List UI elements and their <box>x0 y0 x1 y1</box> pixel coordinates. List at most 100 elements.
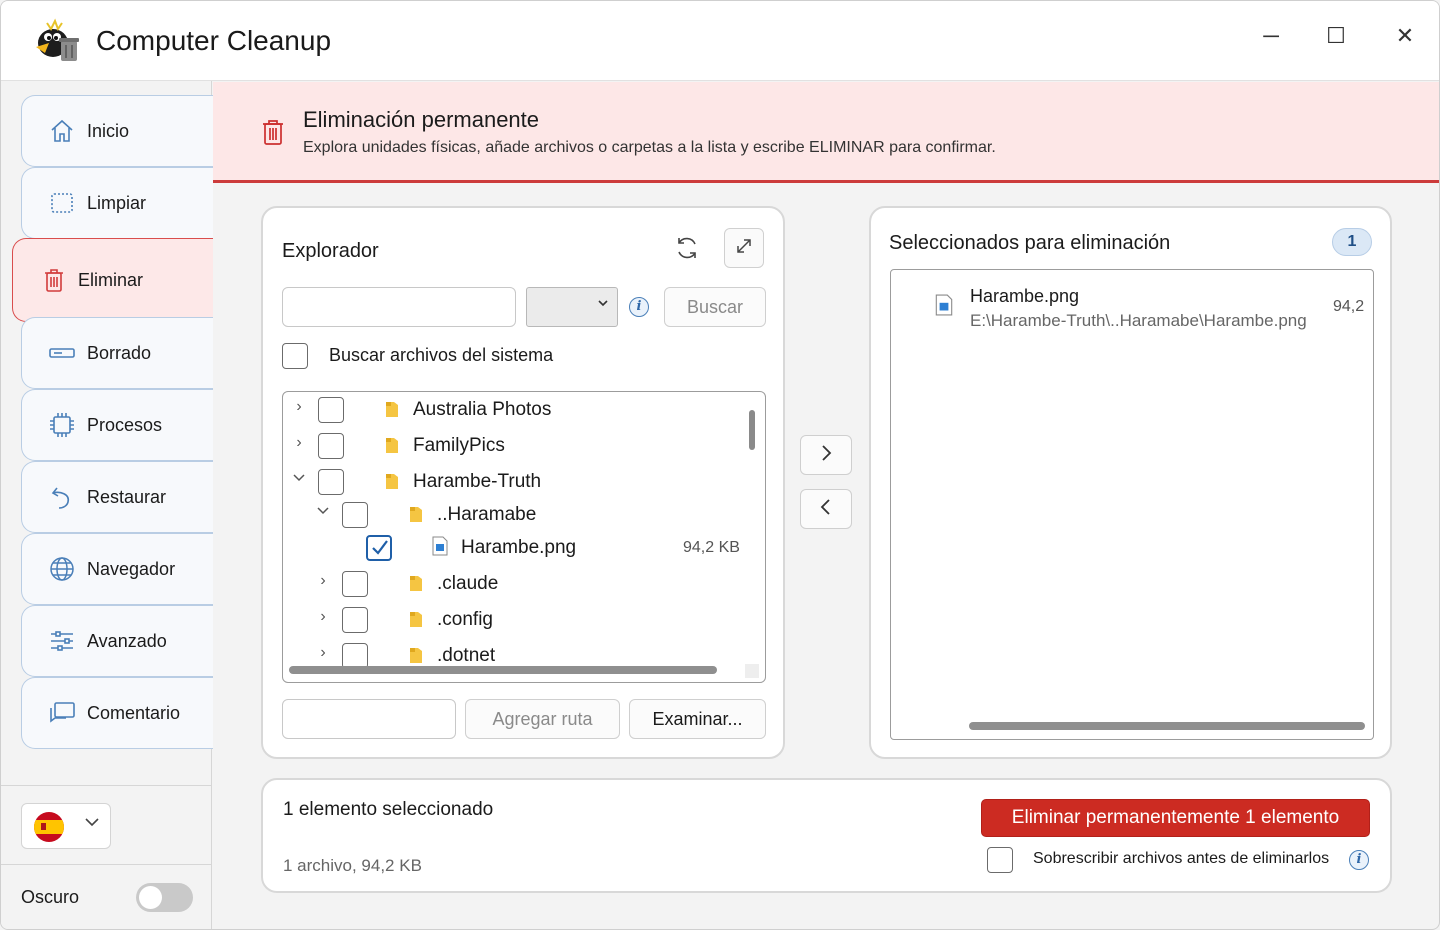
selected-item-size: 94,2 <box>1333 298 1365 315</box>
minimize-button[interactable]: ─ <box>1251 21 1291 51</box>
trash-icon <box>261 118 285 146</box>
sidebar-item-label: Borrado <box>87 342 152 363</box>
chevron-left-icon <box>818 496 834 522</box>
trash-icon <box>40 266 68 294</box>
app-title: Computer Cleanup <box>96 25 332 56</box>
spain-flag-icon <box>34 812 64 842</box>
language-select[interactable] <box>21 803 111 849</box>
folder-icon <box>409 610 423 628</box>
selected-panel: Seleccionados para eliminación 1 Harambe… <box>869 206 1392 759</box>
tree-row[interactable]: › .claude <box>283 566 743 602</box>
delete-permanently-button[interactable]: Eliminar permanentemente 1 elemento <box>981 799 1370 837</box>
tree-row[interactable]: › Australia Photos <box>283 392 743 428</box>
search-button[interactable]: Buscar <box>664 287 766 327</box>
tree-checkbox[interactable] <box>342 571 368 597</box>
tree-row[interactable]: › .config <box>283 602 743 638</box>
selected-horizontal-scrollbar[interactable] <box>969 722 1365 730</box>
app-window: Computer Cleanup ─ ☐ ✕ Inicio Limpiar El… <box>0 0 1440 930</box>
info-icon[interactable]: i <box>1349 850 1369 870</box>
sidebar-item-label: Limpiar <box>87 192 147 213</box>
drive-icon <box>48 339 76 367</box>
sidebar-item-comentario[interactable]: Comentario <box>21 677 213 749</box>
tree-checkbox[interactable] <box>366 535 392 561</box>
selected-item-name: Harambe.png <box>970 286 1080 306</box>
tree-checkbox[interactable] <box>318 433 344 459</box>
tree-item-name: .claude <box>437 573 499 594</box>
add-path-button[interactable]: Agregar ruta <box>465 699 620 739</box>
undo-icon <box>48 483 76 511</box>
tree-row[interactable]: Harambe.png 94,2 KB <box>283 530 743 566</box>
selected-list[interactable]: Harambe.png E:\Harambe-Truth\..Haramabe\… <box>890 269 1374 740</box>
selected-count-badge: 1 <box>1332 228 1372 256</box>
sidebar-item-eliminar[interactable]: Eliminar <box>12 238 213 322</box>
tree-item-size: 94,2 KB <box>683 539 740 556</box>
sidebar-item-procesos[interactable]: Procesos <box>21 389 213 461</box>
dark-mode-toggle[interactable] <box>136 883 193 912</box>
chevron-right-icon <box>818 442 834 468</box>
sidebar-item-label: Comentario <box>87 702 181 723</box>
add-to-selection-button[interactable] <box>800 435 852 475</box>
tree-vertical-scrollbar[interactable] <box>749 410 755 450</box>
tree-item-name: .config <box>437 609 493 630</box>
system-files-label: Buscar archivos del sistema <box>329 345 554 365</box>
drive-select[interactable] <box>526 287 618 327</box>
path-input[interactable] <box>282 699 456 739</box>
chevron-down-icon[interactable] <box>291 470 307 489</box>
tree-checkbox[interactable] <box>342 607 368 633</box>
tree-row[interactable]: Harambe-Truth <box>283 464 743 500</box>
scroll-corner <box>745 664 759 678</box>
sidebar-item-restaurar[interactable]: Restaurar <box>21 461 213 533</box>
sidebar-item-limpiar[interactable]: Limpiar <box>21 167 213 239</box>
tree-item-name: Australia Photos <box>413 399 552 420</box>
chevron-down-icon <box>597 296 609 312</box>
tree-checkbox[interactable] <box>342 502 368 528</box>
folder-icon <box>409 505 423 523</box>
tree-item-name: Harambe-Truth <box>413 471 542 492</box>
file-tree[interactable]: › Australia Photos › FamilyPics Harambe-… <box>282 391 766 683</box>
maximize-button[interactable]: ☐ <box>1316 21 1356 51</box>
tree-checkbox[interactable] <box>318 469 344 495</box>
tree-item-name: Harambe.png <box>461 537 577 558</box>
remove-from-selection-button[interactable] <box>800 489 852 529</box>
folder-icon <box>385 400 399 418</box>
summary-detail: 1 archivo, 94,2 KB <box>283 856 422 875</box>
sidebar-item-label: Navegador <box>87 558 176 579</box>
folder-icon <box>409 574 423 592</box>
app-logo-icon <box>31 17 83 65</box>
selected-item-path: E:\Harambe-Truth\..Haramabe\Harambe.png <box>970 311 1307 330</box>
sidebar-item-label: Procesos <box>87 414 163 435</box>
tree-row[interactable]: › FamilyPics <box>283 428 743 464</box>
page-title: Eliminación permanente <box>303 107 540 132</box>
overwrite-checkbox[interactable] <box>987 847 1013 873</box>
sidebar-item-avanzado[interactable]: Avanzado <box>21 605 213 677</box>
search-input[interactable] <box>282 287 516 327</box>
chevron-right-icon[interactable]: › <box>291 434 307 452</box>
refresh-button[interactable] <box>667 230 707 270</box>
tree-row[interactable]: ..Haramabe <box>283 497 743 533</box>
overwrite-label: Sobrescribir archivos antes de eliminarl… <box>1033 850 1330 867</box>
selected-title: Seleccionados para eliminación <box>889 232 1171 254</box>
summary-title: 1 elemento seleccionado <box>283 799 494 820</box>
chevron-right-icon[interactable]: › <box>315 644 331 662</box>
sidebar-item-inicio[interactable]: Inicio <box>21 95 213 167</box>
page-subtitle: Explora unidades físicas, añade archivos… <box>303 139 996 156</box>
sidebar-item-borrado[interactable]: Borrado <box>21 317 213 389</box>
globe-icon <box>48 555 76 583</box>
toggle-knob <box>139 886 162 909</box>
chevron-right-icon[interactable]: › <box>315 572 331 590</box>
expand-button[interactable] <box>724 228 764 268</box>
chevron-right-icon[interactable]: › <box>315 608 331 626</box>
info-icon[interactable]: i <box>629 297 649 317</box>
sidebar-item-navegador[interactable]: Navegador <box>21 533 213 605</box>
chevron-right-icon[interactable]: › <box>291 398 307 416</box>
close-button[interactable]: ✕ <box>1385 21 1425 51</box>
browse-button[interactable]: Examinar... <box>629 699 766 739</box>
sidebar-divider <box>1 864 212 865</box>
tree-item-name: ..Haramabe <box>437 504 537 525</box>
system-files-checkbox[interactable] <box>282 343 308 369</box>
tree-checkbox[interactable] <box>318 397 344 423</box>
sidebar-item-label: Inicio <box>87 120 130 141</box>
tree-horizontal-scrollbar[interactable] <box>289 666 717 674</box>
image-file-icon <box>935 294 953 316</box>
chevron-down-icon[interactable] <box>315 503 331 522</box>
